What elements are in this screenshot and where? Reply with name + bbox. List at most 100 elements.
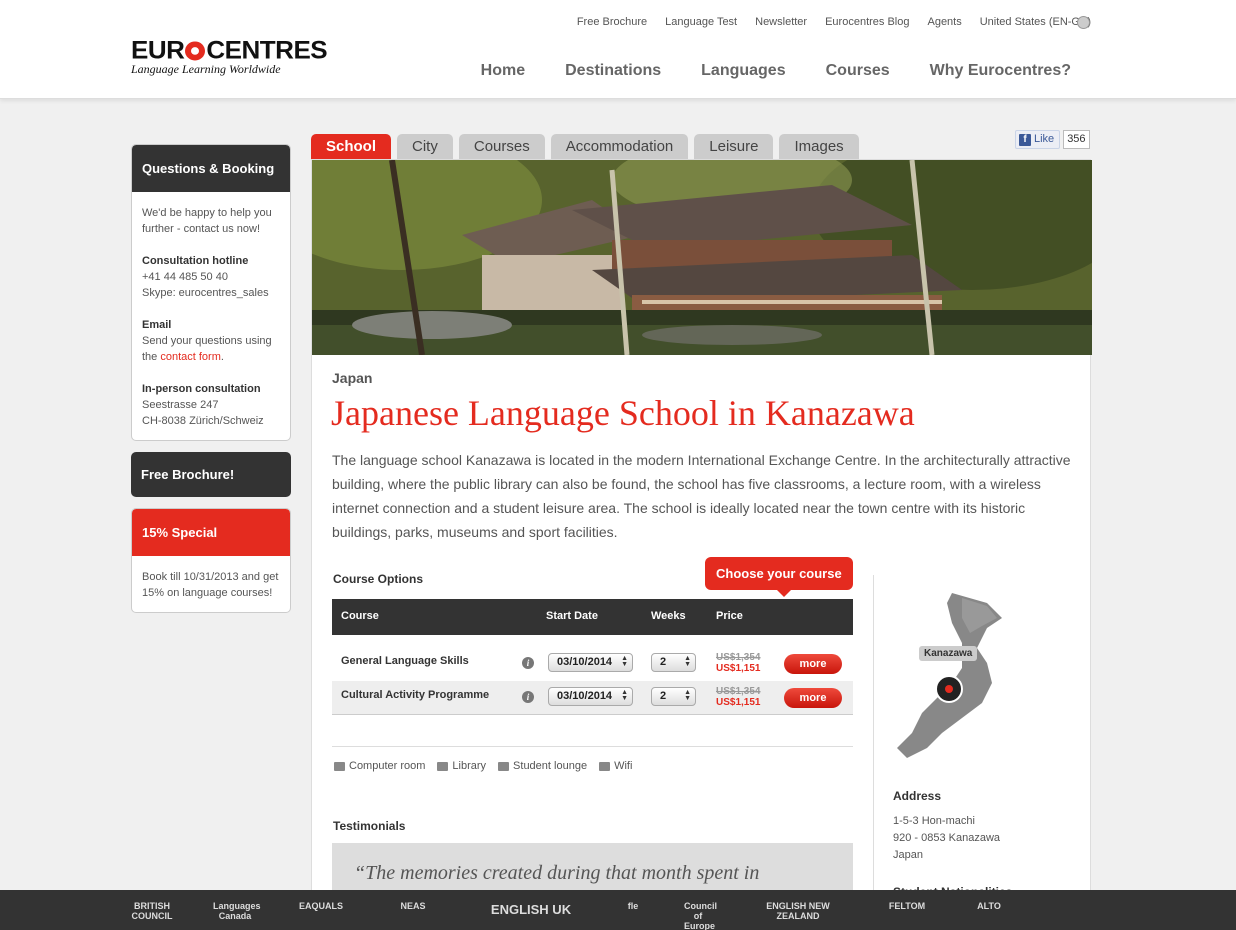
special-offer-text: Book till 10/31/2013 and get 15% on lang… [142,571,279,599]
start-date-value: 03/10/2014 [557,656,613,668]
special-offer-title: 15% Special [132,509,290,556]
tab-city[interactable]: City [397,134,453,159]
globe-icon[interactable] [1077,16,1090,29]
facility-label: Library [452,760,487,772]
table-header: Course Start Date Weeks Price [332,599,853,635]
map-pin-icon [935,675,963,703]
english-new-zealand-logo[interactable]: ENGLISH NEW ZEALAND [752,901,844,921]
tab-courses[interactable]: Courses [458,134,545,159]
address-line-2: 920 - 0853 Kanazawa [893,832,1001,844]
facility-label: Student lounge [513,760,588,772]
nav-destinations[interactable]: Destinations [565,62,661,80]
column-divider [873,575,874,920]
feltom-logo[interactable]: FELTOM [884,901,930,911]
eurocentres-logo[interactable]: EUR CENTRES Language Learning Worldwide [131,38,328,77]
util-link-blog[interactable]: Eurocentres Blog [825,16,909,28]
questions-booking-body: We'd be happy to help you further - cont… [132,192,290,439]
address-line-3: Japan [893,849,923,861]
nav-why-eurocentres[interactable]: Why Eurocentres? [930,62,1071,80]
start-date-select[interactable]: 03/10/2014 ▲ ▼ [548,653,633,672]
original-price: US$1,354 [716,652,761,663]
col-start-date: Start Date [546,610,598,622]
japan-location-map[interactable]: Kanazawa [892,588,1022,763]
questions-booking-title: Questions & Booking [132,145,290,192]
book-icon [437,761,449,771]
util-link-language-test[interactable]: Language Test [665,16,737,28]
nav-languages[interactable]: Languages [701,62,785,80]
info-icon[interactable]: i [522,691,534,703]
school-country: Japan [332,370,373,386]
discounted-price: US$1,151 [716,697,761,708]
facebook-like-count: 356 [1063,130,1090,149]
school-description: The language school Kanazawa is located … [332,452,1071,540]
facebook-icon: f [1019,133,1031,146]
special-offer-box[interactable]: 15% Special Book till 10/31/2013 and get… [131,508,291,613]
inperson-label: In-person consultation [142,383,261,395]
more-button[interactable]: more [784,654,842,674]
email-section: Email Send your questions using the cont… [142,317,280,365]
eaquals-logo[interactable]: EAQUALS [296,901,346,911]
info-icon[interactable]: i [522,657,534,669]
council-of-europe-logo[interactable]: Council of Europe [684,901,717,930]
facility-student-lounge: Student lounge [498,760,587,772]
hotline-label: Consultation hotline [142,255,249,267]
discounted-price: US$1,151 [716,663,761,674]
inperson-street: Seestrasse 247 [142,399,219,411]
more-button[interactable]: more [784,688,842,708]
neas-logo[interactable]: NEAS [386,901,440,911]
free-brochure-button[interactable]: Free Brochure! [131,452,291,497]
accreditation-footer: BRITISH COUNCIL Languages Canada EAQUALS… [0,890,1236,930]
stepper-arrows-icon: ▲ ▼ [621,689,628,702]
map-city-label: Kanazawa [919,646,978,661]
util-link-free-brochure[interactable]: Free Brochure [577,16,647,28]
course-name[interactable]: Cultural Activity Programme [341,689,489,701]
section-divider [332,746,853,747]
util-link-newsletter[interactable]: Newsletter [755,16,807,28]
testimonials-title: Testimonials [333,819,406,833]
col-price: Price [716,610,743,622]
original-price: US$1,354 [716,686,761,697]
english-uk-logo[interactable]: ENGLISH UK [481,901,581,919]
start-date-select[interactable]: 03/10/2014 ▲ ▼ [548,687,633,706]
languages-canada-logo[interactable]: Languages Canada [213,901,261,921]
computer-icon [334,761,345,771]
facebook-like-button[interactable]: f Like [1015,130,1061,149]
nav-home[interactable]: Home [481,62,525,80]
tab-leisure[interactable]: Leisure [694,134,774,159]
school-tabs: School City Courses Accommodation Leisur… [311,134,859,159]
facility-wifi: Wifi [599,760,632,772]
weeks-select[interactable]: 2 ▲ ▼ [651,687,696,706]
nav-courses[interactable]: Courses [826,62,890,80]
tab-school[interactable]: School [311,134,392,159]
course-name[interactable]: General Language Skills [341,655,469,667]
tab-images[interactable]: Images [779,134,859,159]
tab-accommodation[interactable]: Accommodation [550,134,689,159]
inperson-section: In-person consultation Seestrasse 247 CH… [142,381,280,429]
hotline-skype: Skype: eurocentres_sales [142,287,269,299]
col-weeks: Weeks [651,610,686,622]
inperson-city: CH-8038 Zürich/Schweiz [142,415,264,427]
sofa-icon [498,761,510,771]
wifi-icon [599,761,611,771]
fle-logo[interactable]: fle [622,901,644,911]
facility-library: Library [437,760,486,772]
hotline-phone: +41 44 485 50 40 [142,271,228,283]
address-title: Address [893,789,942,803]
alto-logo[interactable]: ALTO [973,901,1005,911]
facility-computer-room: Computer room [334,760,425,772]
weeks-select[interactable]: 2 ▲ ▼ [651,653,696,672]
school-panel: Japan Japanese Language School in Kanaza… [311,159,1092,923]
util-link-agents[interactable]: Agents [927,16,961,28]
logo-tagline: Language Learning Worldwide [131,62,281,76]
stepper-arrows-icon: ▲ ▼ [684,689,691,702]
facility-label: Computer room [349,760,426,772]
course-options-title: Course Options [333,572,424,586]
address-block: Address 1-5-3 Hon-machi 920 - 0853 Kanaz… [893,788,1000,864]
facility-label: Wifi [614,760,633,772]
facebook-like-widget: f Like 356 [1015,130,1090,149]
locale-selector[interactable]: United States (EN-GB) [980,16,1091,28]
contact-form-link[interactable]: contact form [160,351,221,363]
main-nav: Home Destinations Languages Courses Why … [481,62,1071,80]
british-council-logo[interactable]: BRITISH COUNCIL [131,901,173,921]
japanese-house-illustration [312,160,1092,355]
